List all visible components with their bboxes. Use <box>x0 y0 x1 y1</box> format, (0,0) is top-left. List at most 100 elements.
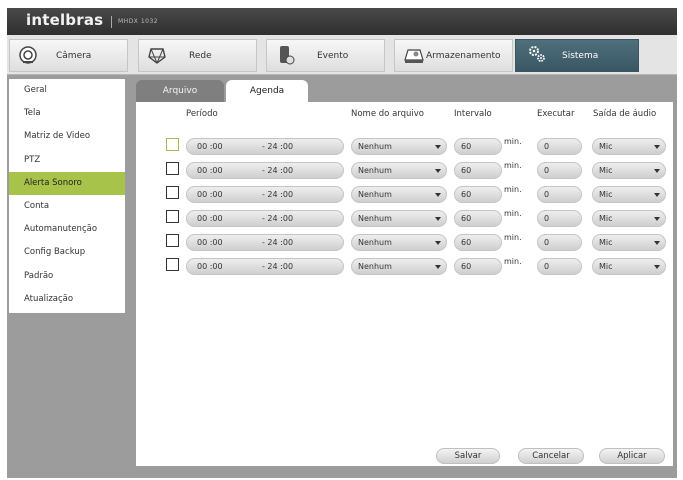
row-enable-checkbox[interactable] <box>166 258 179 271</box>
tab-camera[interactable]: Câmera <box>9 39 128 72</box>
sidebar-item-ptz[interactable]: PTZ <box>9 149 125 172</box>
interval-input[interactable]: 60 <box>454 138 502 155</box>
file-name-value: Nenhum <box>358 214 392 223</box>
execute-input[interactable]: 0 <box>537 210 582 227</box>
tab-camera-label: Câmera <box>56 50 92 61</box>
sidebar-item-conta[interactable]: Conta <box>9 195 125 218</box>
period-time-range[interactable]: 00 :00 - 24 :00 <box>186 138 344 155</box>
interval-input[interactable]: 60 <box>454 258 502 275</box>
row-enable-checkbox[interactable] <box>166 138 179 151</box>
tab-arquivo[interactable]: Arquivo <box>136 80 224 102</box>
chevron-down-icon <box>435 145 441 149</box>
execute-input[interactable]: 0 <box>537 186 582 203</box>
period-time-range[interactable]: 00 :00 - 24 :00 <box>186 258 344 275</box>
row-enable-checkbox[interactable] <box>166 210 179 223</box>
period-time-range[interactable]: 00 :00 - 24 :00 <box>186 162 344 179</box>
file-name-value: Nenhum <box>358 238 392 247</box>
interval-input[interactable]: 60 <box>454 186 502 203</box>
interval-unit: min. <box>504 161 522 170</box>
period-end[interactable]: - 24 :00 <box>262 139 293 155</box>
chevron-down-icon <box>435 193 441 197</box>
sidebar-item-tela[interactable]: Tela <box>9 102 125 125</box>
sidebar: Geral Tela Matriz de Video PTZ Alerta So… <box>9 79 125 313</box>
network-icon <box>148 48 166 64</box>
period-end[interactable]: - 24 :00 <box>262 211 293 227</box>
period-start[interactable]: 00 :00 <box>197 211 223 227</box>
execute-input[interactable]: 0 <box>537 258 582 275</box>
apply-button[interactable]: Aplicar <box>599 448 665 464</box>
sidebar-item-automanutencao[interactable]: Automanutenção <box>9 218 125 241</box>
file-name-value: Nenhum <box>358 142 392 151</box>
period-end[interactable]: - 24 :00 <box>262 163 293 179</box>
chevron-down-icon <box>654 169 660 173</box>
file-name-select[interactable]: Nenhum <box>351 234 447 251</box>
save-button[interactable]: Salvar <box>436 448 500 464</box>
interval-input[interactable]: 60 <box>454 162 502 179</box>
schedule-row: 00 :00 - 24 :00 Nenhum 60 min. 0 Mic <box>136 135 673 157</box>
interval-input[interactable]: 60 <box>454 210 502 227</box>
audio-output-select[interactable]: Mic <box>592 258 666 275</box>
tab-event-label: Evento <box>317 50 349 61</box>
sidebar-item-atualizacao[interactable]: Atualização <box>9 288 125 311</box>
sidebar-item-matriz-de-video[interactable]: Matriz de Video <box>9 125 125 148</box>
file-name-select[interactable]: Nenhum <box>351 258 447 275</box>
audio-output-value: Mic <box>599 166 613 175</box>
interval-unit: min. <box>504 137 522 146</box>
period-start[interactable]: 00 :00 <box>197 235 223 251</box>
file-name-select[interactable]: Nenhum <box>351 210 447 227</box>
row-enable-checkbox[interactable] <box>166 234 179 247</box>
chevron-down-icon <box>654 241 660 245</box>
period-time-range[interactable]: 00 :00 - 24 :00 <box>186 210 344 227</box>
tab-agenda[interactable]: Agenda <box>226 80 308 102</box>
period-end[interactable]: - 24 :00 <box>262 187 293 203</box>
tab-storage[interactable]: Armazenamento <box>394 39 513 72</box>
audio-output-select[interactable]: Mic <box>592 210 666 227</box>
cancel-button[interactable]: Cancelar <box>518 448 584 464</box>
schedule-row: 00 :00 - 24 :00 Nenhum 60 min. 0 Mic <box>136 255 673 277</box>
column-header-saida-audio: Saída de áudio <box>593 109 657 119</box>
file-name-value: Nenhum <box>358 166 392 175</box>
period-start[interactable]: 00 :00 <box>197 259 223 275</box>
period-start[interactable]: 00 :00 <box>197 139 223 155</box>
row-enable-checkbox[interactable] <box>166 186 179 199</box>
file-name-select[interactable]: Nenhum <box>351 138 447 155</box>
sidebar-item-padrao[interactable]: Padrão <box>9 265 125 288</box>
period-end[interactable]: - 24 :00 <box>262 259 293 275</box>
interval-input[interactable]: 60 <box>454 234 502 251</box>
tab-event[interactable]: Evento <box>266 39 385 72</box>
schedule-row: 00 :00 - 24 :00 Nenhum 60 min. 0 Mic <box>136 231 673 253</box>
chevron-down-icon <box>435 241 441 245</box>
audio-output-select[interactable]: Mic <box>592 162 666 179</box>
period-start[interactable]: 00 :00 <box>197 163 223 179</box>
interval-unit: min. <box>504 233 522 242</box>
execute-input[interactable]: 0 <box>537 162 582 179</box>
column-header-periodo: Período <box>186 109 218 119</box>
sidebar-item-config-backup[interactable]: Config Backup <box>9 241 125 264</box>
file-name-select[interactable]: Nenhum <box>351 162 447 179</box>
brand-logo: intelbras <box>26 11 104 29</box>
chevron-down-icon <box>654 217 660 221</box>
chevron-down-icon <box>435 217 441 221</box>
period-start[interactable]: 00 :00 <box>197 187 223 203</box>
row-enable-checkbox[interactable] <box>166 162 179 175</box>
period-time-range[interactable]: 00 :00 - 24 :00 <box>186 234 344 251</box>
audio-output-value: Mic <box>599 262 613 271</box>
interval-unit: min. <box>504 209 522 218</box>
file-name-select[interactable]: Nenhum <box>351 186 447 203</box>
system-gear-icon <box>529 46 545 62</box>
sidebar-item-geral[interactable]: Geral <box>9 79 125 102</box>
execute-input[interactable]: 0 <box>537 234 582 251</box>
schedule-row: 00 :00 - 24 :00 Nenhum 60 min. 0 Mic <box>136 183 673 205</box>
sidebar-item-alerta-sonoro[interactable]: Alerta Sonoro <box>9 171 125 195</box>
execute-input[interactable]: 0 <box>537 138 582 155</box>
file-name-value: Nenhum <box>358 262 392 271</box>
period-end[interactable]: - 24 :00 <box>262 235 293 251</box>
storage-icon <box>404 49 424 63</box>
audio-output-select[interactable]: Mic <box>592 186 666 203</box>
audio-output-select[interactable]: Mic <box>592 234 666 251</box>
tab-network[interactable]: Rede <box>138 39 257 72</box>
tab-system[interactable]: Sistema <box>515 39 639 72</box>
period-time-range[interactable]: 00 :00 - 24 :00 <box>186 186 344 203</box>
chevron-down-icon <box>654 193 660 197</box>
audio-output-select[interactable]: Mic <box>592 138 666 155</box>
